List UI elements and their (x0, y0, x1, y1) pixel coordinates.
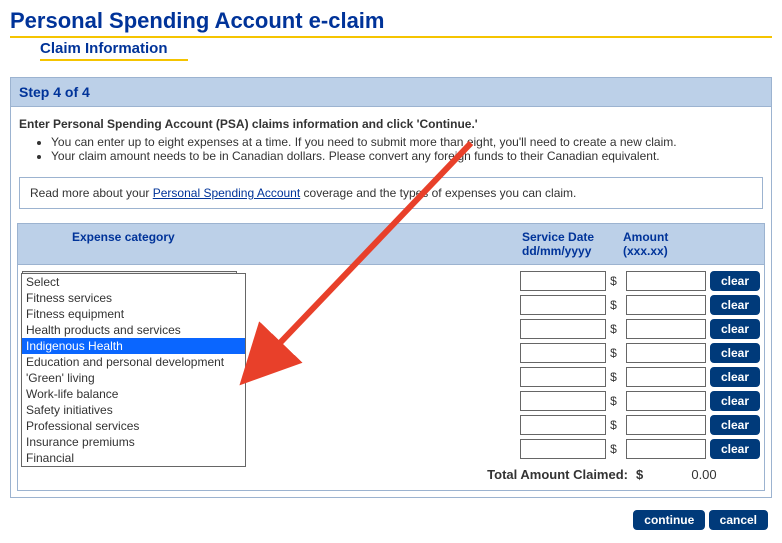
instructions-title: Enter Personal Spending Account (PSA) cl… (19, 117, 763, 131)
category-option[interactable]: Fitness equipment (22, 306, 245, 322)
amount-input[interactable] (626, 439, 706, 459)
clear-button[interactable]: clear (710, 271, 760, 291)
header-category: Expense category (22, 230, 522, 258)
total-value: 0.00 (656, 467, 752, 482)
amount-input[interactable] (626, 295, 706, 315)
page-title: Personal Spending Account e-claim (10, 8, 772, 38)
clear-button[interactable]: clear (710, 367, 760, 387)
instruction-item: You can enter up to eight expenses at a … (51, 135, 763, 149)
header-date: Service Date dd/mm/yyyy (522, 230, 617, 258)
grid-header-row: Expense category Service Date dd/mm/yyyy… (17, 223, 765, 264)
currency-symbol: $ (610, 370, 622, 384)
info-box: Read more about your Personal Spending A… (19, 177, 763, 209)
clear-button[interactable]: clear (710, 415, 760, 435)
clear-button[interactable]: clear (710, 439, 760, 459)
clear-button[interactable]: clear (710, 295, 760, 315)
amount-input[interactable] (626, 415, 706, 435)
total-currency: $ (636, 467, 648, 482)
clear-button[interactable]: clear (710, 391, 760, 411)
currency-symbol: $ (610, 346, 622, 360)
category-option[interactable]: Fitness services (22, 290, 245, 306)
claim-panel: Step 4 of 4 Enter Personal Spending Acco… (10, 77, 772, 498)
category-option[interactable]: 'Green' living (22, 370, 245, 386)
currency-symbol: $ (610, 418, 622, 432)
info-text-pre: Read more about your (30, 186, 153, 200)
amount-input[interactable] (626, 271, 706, 291)
service-date-input[interactable] (520, 319, 606, 339)
category-option[interactable]: Financial (22, 450, 245, 466)
currency-symbol: $ (610, 322, 622, 336)
header-amount: Amount (xxx.xx) (623, 230, 703, 258)
step-indicator: Step 4 of 4 (11, 78, 771, 107)
expense-grid: Expense category Service Date dd/mm/yyyy… (11, 223, 771, 497)
service-date-input[interactable] (520, 415, 606, 435)
currency-symbol: $ (610, 394, 622, 408)
category-option[interactable]: Professional services (22, 418, 245, 434)
category-option[interactable]: Insurance premiums (22, 434, 245, 450)
category-option[interactable]: Select (22, 274, 245, 290)
total-label: Total Amount Claimed: (487, 467, 628, 482)
currency-symbol: $ (610, 274, 622, 288)
amount-input[interactable] (626, 343, 706, 363)
category-option[interactable]: Health products and services (22, 322, 245, 338)
service-date-input[interactable] (520, 367, 606, 387)
clear-button[interactable]: clear (710, 319, 760, 339)
service-date-input[interactable] (520, 391, 606, 411)
service-date-input[interactable] (520, 271, 606, 291)
info-text-post: coverage and the types of expenses you c… (300, 186, 576, 200)
currency-symbol: $ (610, 298, 622, 312)
currency-symbol: $ (610, 442, 622, 456)
category-option[interactable]: Safety initiatives (22, 402, 245, 418)
amount-input[interactable] (626, 319, 706, 339)
page-subtitle: Claim Information (40, 40, 188, 61)
cancel-button[interactable]: cancel (709, 510, 768, 530)
clear-button[interactable]: clear (710, 343, 760, 363)
category-dropdown-list[interactable]: SelectFitness servicesFitness equipmentH… (21, 273, 246, 467)
service-date-input[interactable] (520, 343, 606, 363)
psa-link[interactable]: Personal Spending Account (153, 186, 300, 200)
amount-input[interactable] (626, 367, 706, 387)
amount-input[interactable] (626, 391, 706, 411)
service-date-input[interactable] (520, 295, 606, 315)
category-option[interactable]: Indigenous Health (22, 338, 245, 354)
instruction-item: Your claim amount needs to be in Canadia… (51, 149, 763, 163)
form-actions: continue cancel (10, 498, 772, 534)
instructions-block: Enter Personal Spending Account (PSA) cl… (11, 107, 771, 175)
category-option[interactable]: Work-life balance (22, 386, 245, 402)
category-option[interactable]: Education and personal development (22, 354, 245, 370)
service-date-input[interactable] (520, 439, 606, 459)
continue-button[interactable]: continue (633, 510, 705, 530)
